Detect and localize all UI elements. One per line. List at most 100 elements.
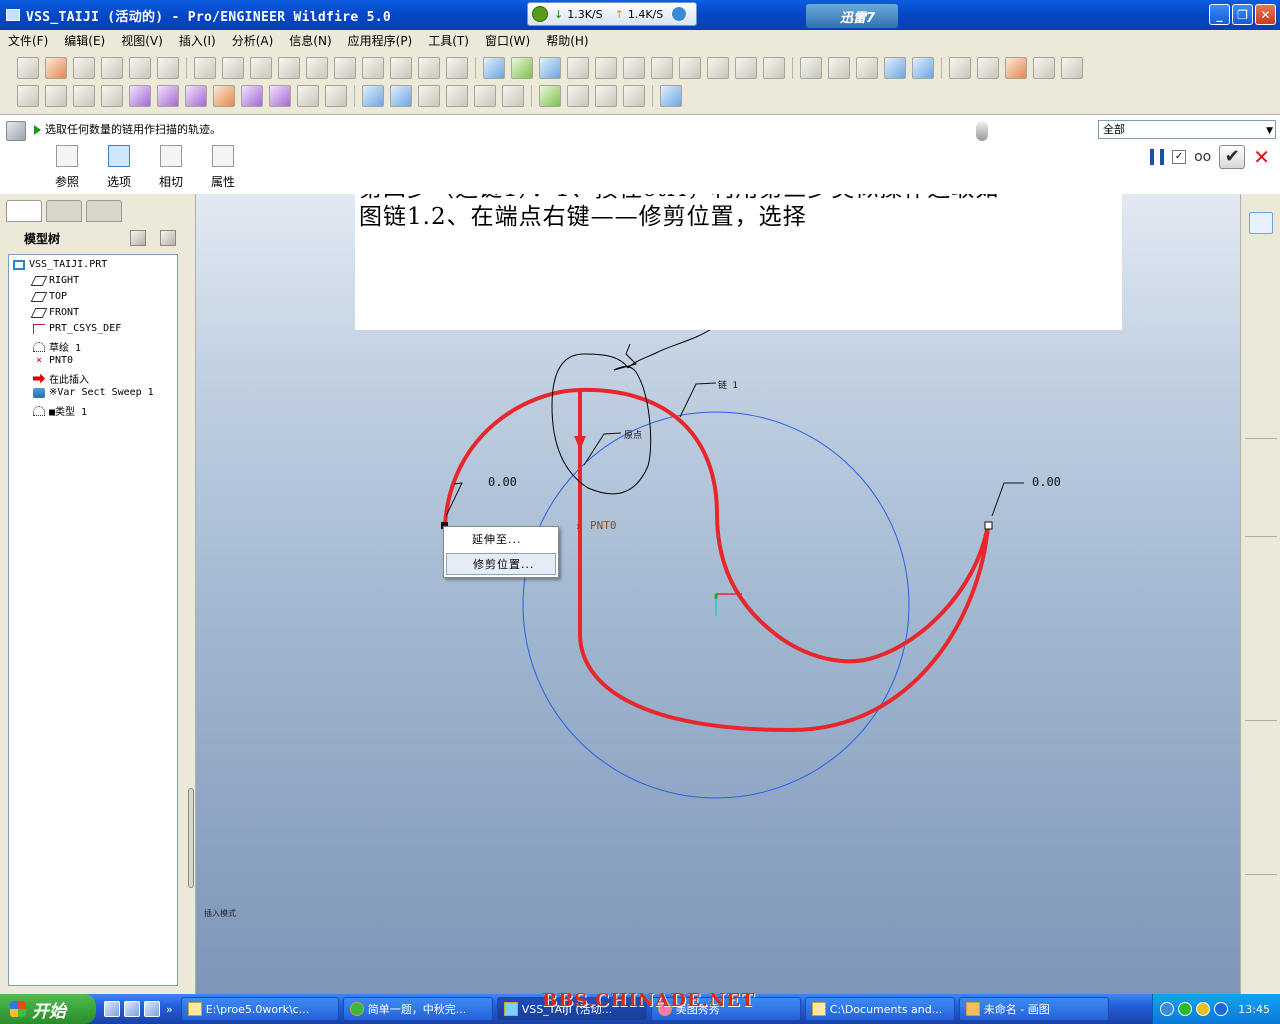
tab-tangency[interactable]: 相切 <box>154 145 188 190</box>
view-manager-icon[interactable] <box>763 57 785 79</box>
pattern-tool-icon[interactable] <box>1249 732 1273 754</box>
trim-position-menu-item[interactable]: 修剪位置... <box>446 553 556 575</box>
mirror-tool-icon[interactable] <box>1249 760 1273 782</box>
paste-special-icon[interactable] <box>334 57 356 79</box>
round-tool-icon[interactable] <box>1249 662 1273 684</box>
tree-item-part[interactable]: VSS_TAIJI.PRT <box>13 259 107 270</box>
extrude-tool-icon[interactable] <box>1249 450 1273 472</box>
no-hidden-icon[interactable] <box>856 57 878 79</box>
enhanced-realism-icon[interactable] <box>912 57 934 79</box>
point-tool-icon[interactable] <box>1249 324 1273 346</box>
folder-browser-tab[interactable] <box>46 200 82 222</box>
tree-item-var-sect-sweep[interactable]: ※Var Sect Sweep 1 <box>33 387 154 398</box>
download-speed-widget[interactable]: ↓ 1.3K/S ↑ 1.4K/S <box>527 2 697 26</box>
curve-tool-icon[interactable] <box>1249 296 1273 318</box>
print-icon[interactable] <box>101 57 123 79</box>
menu-file[interactable]: 文件(F) <box>0 30 56 52</box>
paste-icon[interactable] <box>306 57 328 79</box>
reflection-icon[interactable] <box>269 85 291 107</box>
thicken-tool-icon[interactable] <box>1249 886 1273 908</box>
cancel-icon[interactable]: ✕ <box>1253 145 1270 169</box>
new-file-icon[interactable] <box>17 57 39 79</box>
ie-icon[interactable] <box>671 6 688 22</box>
shaded-curvature-icon[interactable] <box>241 85 263 107</box>
menu-insert[interactable]: 插入(I) <box>171 30 224 52</box>
solidify-tool-icon[interactable] <box>1249 914 1273 936</box>
menu-edit[interactable]: 编辑(E) <box>56 30 113 52</box>
x-section-icon[interactable] <box>101 85 123 107</box>
zoom-in-icon[interactable] <box>595 57 617 79</box>
measure-area-icon[interactable] <box>45 85 67 107</box>
model-player-icon[interactable] <box>362 85 384 107</box>
plane-tool-icon[interactable] <box>1249 240 1273 262</box>
menu-applications[interactable]: 应用程序(P) <box>340 30 421 52</box>
measure-distance-icon[interactable] <box>17 85 39 107</box>
left-trim-dimension[interactable]: 0.00 <box>488 475 517 489</box>
program-icon[interactable] <box>502 85 524 107</box>
open-file-icon[interactable] <box>45 57 67 79</box>
curve-analysis-icon[interactable] <box>129 85 151 107</box>
saved-views-icon[interactable] <box>707 57 729 79</box>
style-tool-icon[interactable] <box>1249 942 1273 964</box>
pause-icon[interactable] <box>1150 149 1165 165</box>
datum-planes-icon[interactable] <box>949 57 971 79</box>
orient-mode-icon[interactable] <box>539 57 561 79</box>
hidden-line-icon[interactable] <box>828 57 850 79</box>
find-icon[interactable] <box>418 57 440 79</box>
clock[interactable]: 13:45 <box>1238 1003 1270 1016</box>
axis-tool-icon[interactable] <box>1249 268 1273 290</box>
model-tree-tab[interactable] <box>6 200 42 222</box>
graphics-window[interactable]: × 第四步（选链1）：1、按住ctrl，利用第三步类似操作选取如 图链1.2、在… <box>196 194 1240 994</box>
tree-item-top[interactable]: TOP <box>30 291 67 302</box>
merge-tool-icon[interactable] <box>1249 788 1273 810</box>
right-trim-dimension[interactable]: 0.00 <box>1032 475 1061 489</box>
video-camera-icon[interactable] <box>567 85 589 107</box>
extend-to-menu-item[interactable]: 延伸至... <box>446 529 556 551</box>
hide-analysis-icon[interactable] <box>325 85 347 107</box>
taskbar-paint-button[interactable]: 未命名 - 画图 <box>958 997 1109 1021</box>
coordinate-systems-icon[interactable] <box>1033 57 1055 79</box>
chevron-right-icon[interactable]: » <box>166 1003 173 1016</box>
menu-window[interactable]: 窗口(W) <box>477 30 538 52</box>
tray-security-icon[interactable] <box>1214 1002 1229 1016</box>
email-icon[interactable] <box>129 57 151 79</box>
annotations-icon[interactable] <box>1061 57 1083 79</box>
globe-icon[interactable] <box>539 85 561 107</box>
draft-analysis-icon[interactable] <box>213 85 235 107</box>
spin-center-icon[interactable] <box>511 57 533 79</box>
menu-help[interactable]: 帮助(H) <box>538 30 596 52</box>
revolve-tool-icon[interactable] <box>1249 478 1273 500</box>
tree-item-sketch[interactable]: 草绘 1 <box>33 339 81 354</box>
xunlei-badge[interactable]: 迅雷7 <box>806 4 898 28</box>
taskbar-explorer-button[interactable]: E:\proe5.0work\c... <box>180 997 339 1021</box>
var-sweep-tool-icon[interactable] <box>1249 506 1273 528</box>
quick-launch-ie-icon[interactable] <box>124 1001 140 1017</box>
csys-tool-icon[interactable] <box>1249 352 1273 374</box>
copy-icon[interactable] <box>278 57 300 79</box>
shading-icon[interactable] <box>884 57 906 79</box>
tree-item-right[interactable]: RIGHT <box>30 275 79 286</box>
right-endpoint-handle[interactable] <box>984 521 993 530</box>
tree-item-front[interactable]: FRONT <box>30 307 79 318</box>
surface-analysis-icon[interactable] <box>157 85 179 107</box>
minimize-button[interactable]: _ <box>1209 4 1230 25</box>
saved-analysis-icon[interactable] <box>297 85 319 107</box>
offset-tool-icon[interactable] <box>1249 844 1273 866</box>
chain-tool-icon[interactable] <box>1249 408 1273 430</box>
family-table-icon[interactable] <box>474 85 496 107</box>
regen-manager-icon[interactable] <box>390 57 412 79</box>
taskbar-browser-button[interactable]: 简单一题，中秋完... <box>342 997 493 1021</box>
chamfer-tool-icon[interactable] <box>1249 690 1273 712</box>
relations-icon[interactable] <box>418 85 440 107</box>
datum-points-icon[interactable] <box>1005 57 1027 79</box>
tray-network-icon[interactable] <box>1178 1002 1193 1016</box>
draft-tool-icon[interactable] <box>1249 634 1273 656</box>
redo-icon[interactable] <box>222 57 244 79</box>
mass-properties-icon[interactable] <box>73 85 95 107</box>
menu-analysis[interactable]: 分析(A) <box>224 30 282 52</box>
close-button[interactable]: ✕ <box>1255 4 1276 25</box>
favorites-tab[interactable] <box>86 200 122 222</box>
panel-splitter[interactable] <box>188 788 194 888</box>
taskbar-documents-button[interactable]: C:\Documents and... <box>804 997 955 1021</box>
parameters-icon[interactable] <box>446 85 468 107</box>
